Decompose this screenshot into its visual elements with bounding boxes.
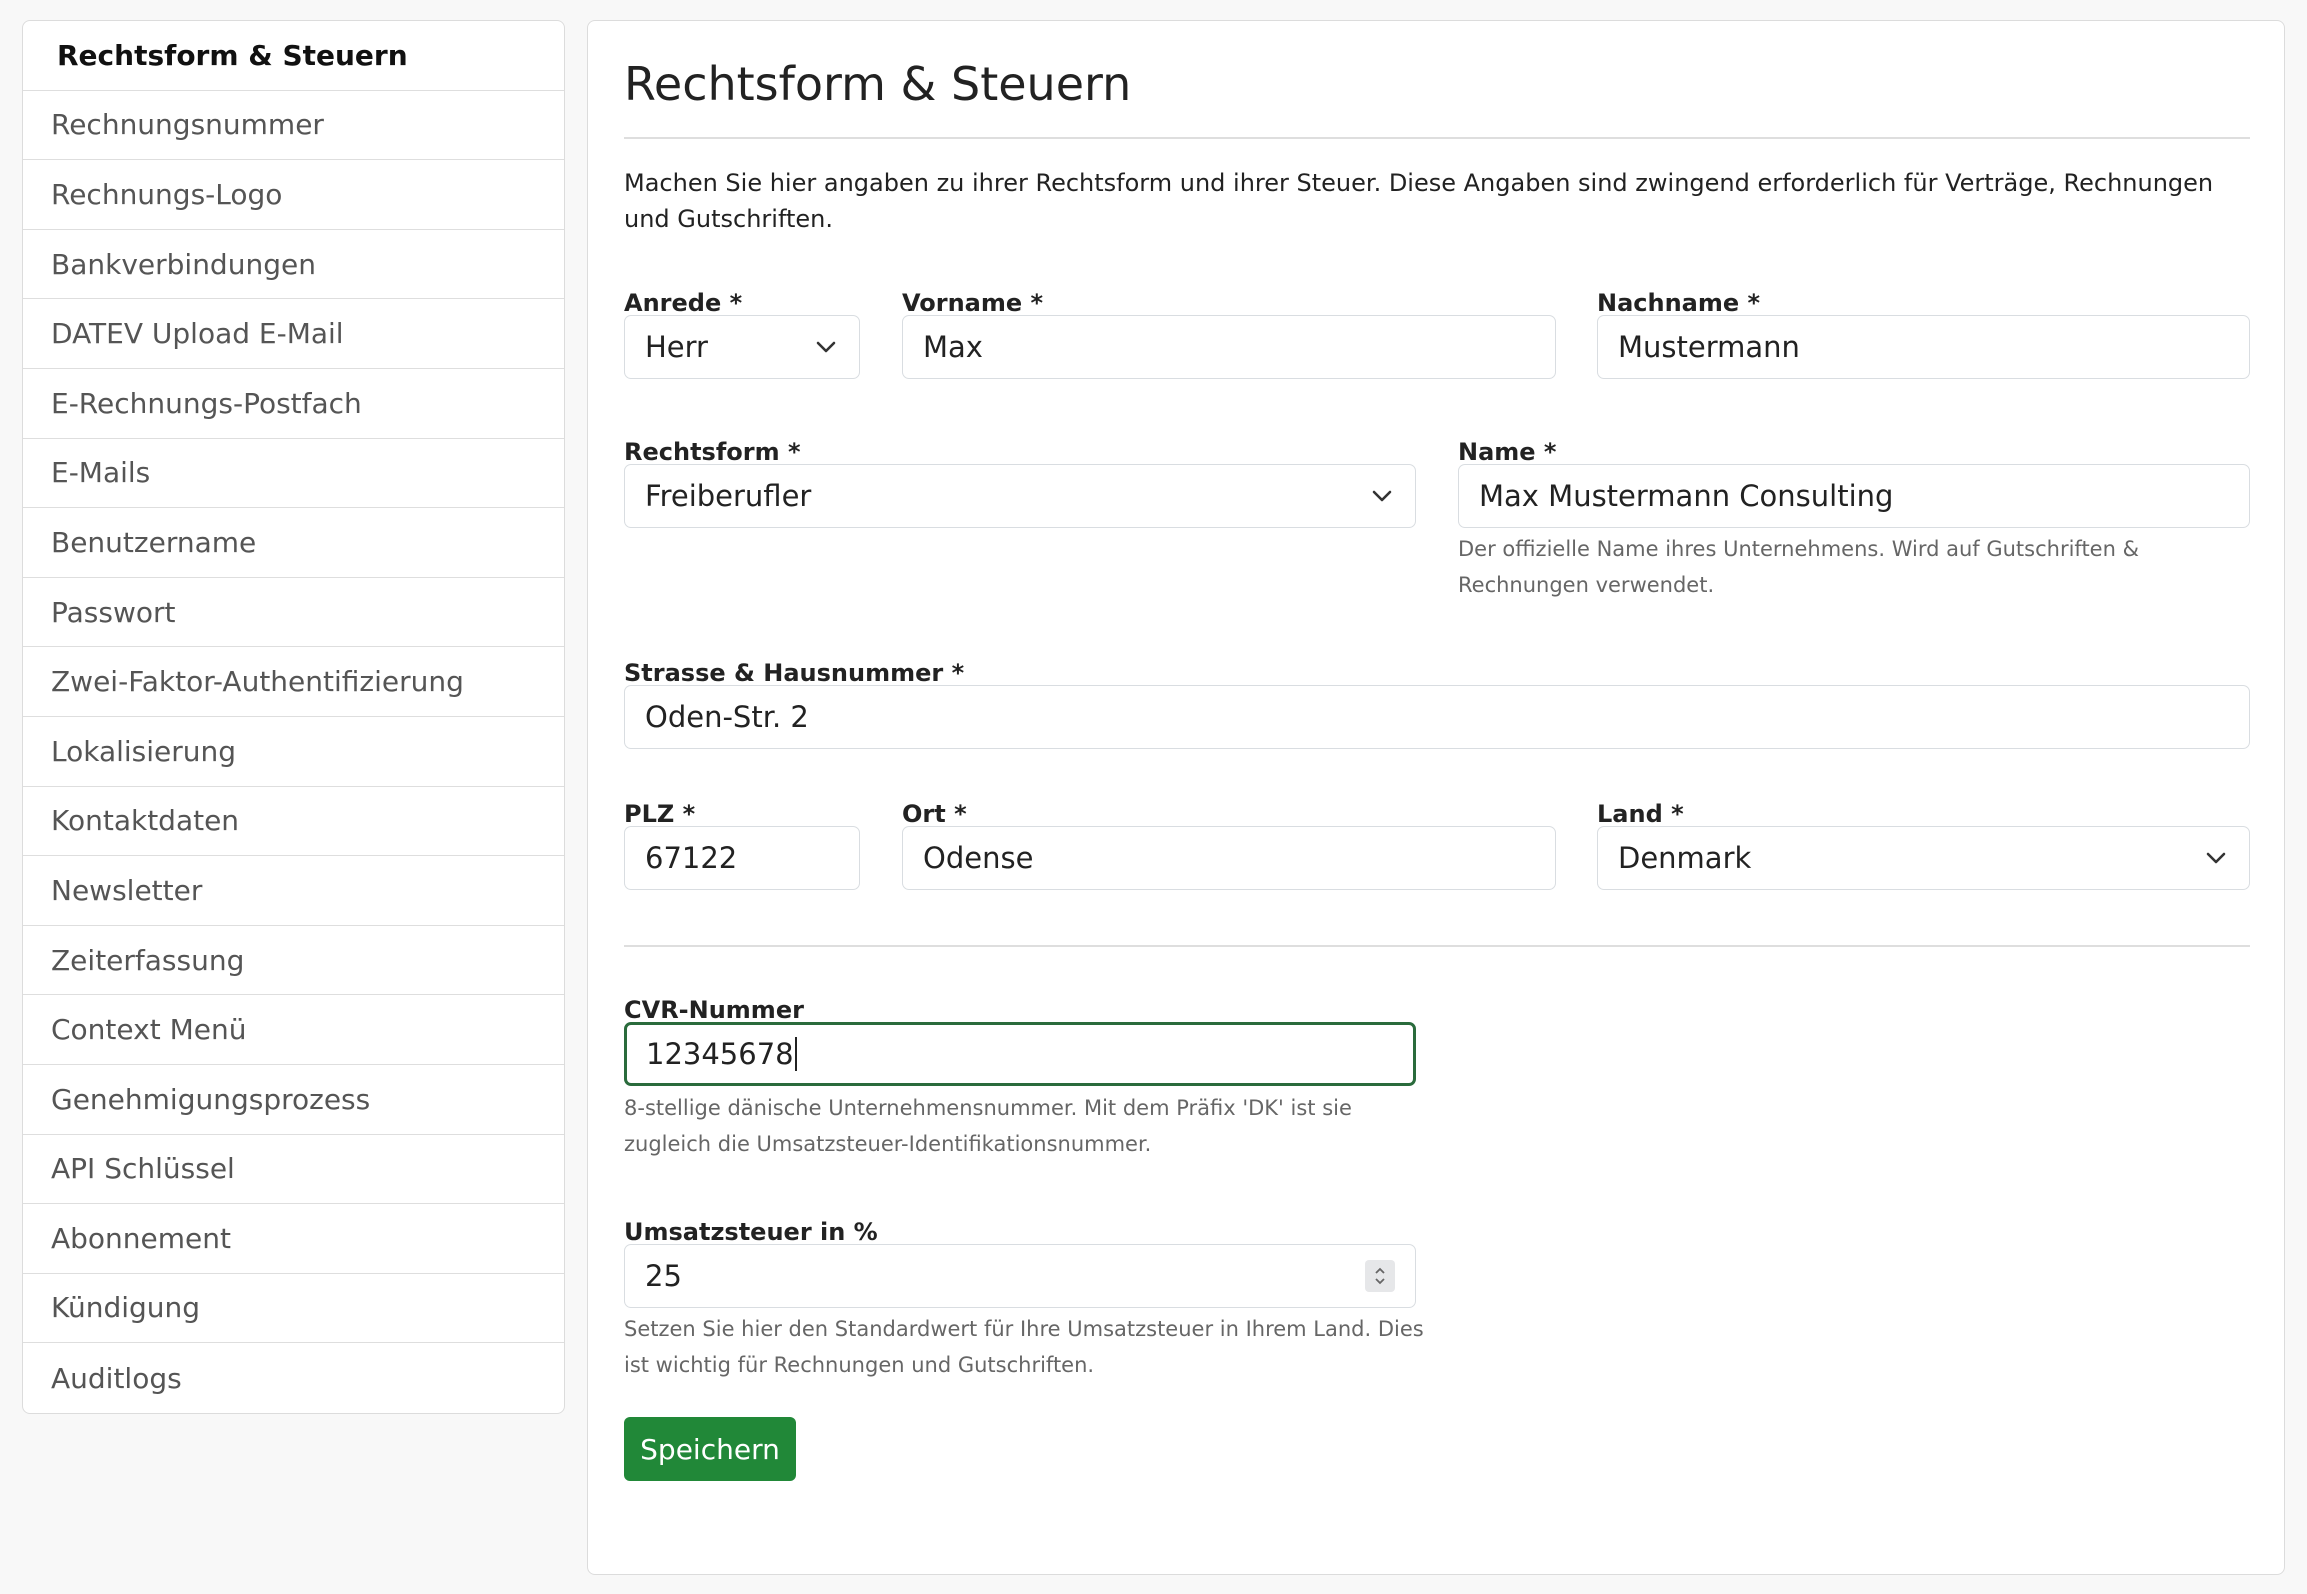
sidebar-item-newsletter[interactable]: Newsletter — [23, 856, 564, 926]
nachname-label: Nachname * — [1597, 289, 1761, 317]
chevron-down-icon — [1371, 485, 1393, 507]
spinner-arrows-icon[interactable] — [1365, 1260, 1395, 1292]
strasse-value: Oden-Str. 2 — [645, 700, 809, 734]
cvr-value: 12345678 — [646, 1037, 794, 1071]
page-title: Rechtsform & Steuern — [624, 57, 1132, 111]
title-divider — [624, 137, 2250, 139]
anrede-value: Herr — [645, 330, 708, 364]
ust-label: Umsatzsteuer in % — [624, 1218, 878, 1246]
rechtsform-value: Freiberufler — [645, 479, 812, 513]
ust-value: 25 — [645, 1259, 682, 1293]
sidebar-item-e-mails[interactable]: E-Mails — [23, 439, 564, 509]
sidebar-item-kuendigung[interactable]: Kündigung — [23, 1274, 564, 1344]
sidebar-item-abonnement[interactable]: Abonnement — [23, 1204, 564, 1274]
sidebar-item-bankverbindungen[interactable]: Bankverbindungen — [23, 230, 564, 300]
chevron-down-icon — [2205, 847, 2227, 869]
vorname-value: Max — [923, 330, 983, 364]
plz-value: 67122 — [645, 841, 738, 875]
name-help-text: Der offizielle Name ihres Unternehmens. … — [1458, 537, 2139, 597]
plz-label: PLZ * — [624, 800, 696, 828]
sidebar-item-rechtsform-steuern[interactable]: Rechtsform & Steuern — [23, 21, 564, 91]
text-caret — [794, 1037, 797, 1071]
nachname-value: Mustermann — [1618, 330, 1800, 364]
ust-number-input[interactable]: 25 — [624, 1244, 1416, 1308]
ort-value: Odense — [923, 841, 1034, 875]
sidebar-item-zwei-faktor[interactable]: Zwei-Faktor-Authentifizierung — [23, 647, 564, 717]
land-label: Land * — [1597, 800, 1684, 828]
sidebar-item-rechnungs-logo[interactable]: Rechnungs-Logo — [23, 160, 564, 230]
plz-input[interactable]: 67122 — [624, 826, 860, 890]
vorname-label: Vorname * — [902, 289, 1044, 317]
sidebar-item-genehmigungsprozess[interactable]: Genehmigungsprozess — [23, 1065, 564, 1135]
sidebar-item-lokalisierung[interactable]: Lokalisierung — [23, 717, 564, 787]
cvr-label: CVR-Nummer — [624, 996, 804, 1024]
save-button[interactable]: Speichern — [624, 1417, 796, 1481]
nachname-input[interactable]: Mustermann — [1597, 315, 2250, 379]
sidebar-item-e-rechnungs-postfach[interactable]: E-Rechnungs-Postfach — [23, 369, 564, 439]
ort-input[interactable]: Odense — [902, 826, 1556, 890]
sidebar-item-datev-upload-email[interactable]: DATEV Upload E-Mail — [23, 299, 564, 369]
sidebar-item-auditlogs[interactable]: Auditlogs — [23, 1343, 564, 1413]
settings-form-card: Rechtsform & Steuern Machen Sie hier ang… — [587, 20, 2285, 1575]
chevron-down-icon — [815, 336, 837, 358]
section-divider — [624, 945, 2250, 947]
cvr-input[interactable]: 12345678 — [624, 1022, 1416, 1086]
name-value: Max Mustermann Consulting — [1479, 479, 1894, 513]
name-label: Name * — [1458, 438, 1557, 466]
sidebar-item-context-menu[interactable]: Context Menü — [23, 995, 564, 1065]
strasse-input[interactable]: Oden-Str. 2 — [624, 685, 2250, 749]
sidebar-item-benutzername[interactable]: Benutzername — [23, 508, 564, 578]
sidebar-item-zeiterfassung[interactable]: Zeiterfassung — [23, 926, 564, 996]
name-input[interactable]: Max Mustermann Consulting — [1458, 464, 2250, 528]
rechtsform-select[interactable]: Freiberufler — [624, 464, 1416, 528]
settings-sidebar: Rechtsform & Steuern Rechnungsnummer Rec… — [22, 20, 565, 1414]
sidebar-item-passwort[interactable]: Passwort — [23, 578, 564, 648]
land-value: Denmark — [1618, 841, 1752, 875]
ort-label: Ort * — [902, 800, 967, 828]
strasse-label: Strasse & Hausnummer * — [624, 659, 965, 687]
anrede-select[interactable]: Herr — [624, 315, 860, 379]
land-select[interactable]: Denmark — [1597, 826, 2250, 890]
sidebar-item-api-schluessel[interactable]: API Schlüssel — [23, 1135, 564, 1205]
cvr-help-text: 8-stellige dänische Unternehmensnummer. … — [624, 1096, 1352, 1156]
sidebar-item-kontaktdaten[interactable]: Kontaktdaten — [23, 787, 564, 857]
ust-help-text: Setzen Sie hier den Standardwert für Ihr… — [624, 1317, 1424, 1377]
vorname-input[interactable]: Max — [902, 315, 1556, 379]
sidebar-item-rechnungsnummer[interactable]: Rechnungsnummer — [23, 91, 564, 161]
rechtsform-label: Rechtsform * — [624, 438, 801, 466]
anrede-label: Anrede * — [624, 289, 743, 317]
intro-text: Machen Sie hier angaben zu ihrer Rechtsf… — [624, 169, 2214, 233]
